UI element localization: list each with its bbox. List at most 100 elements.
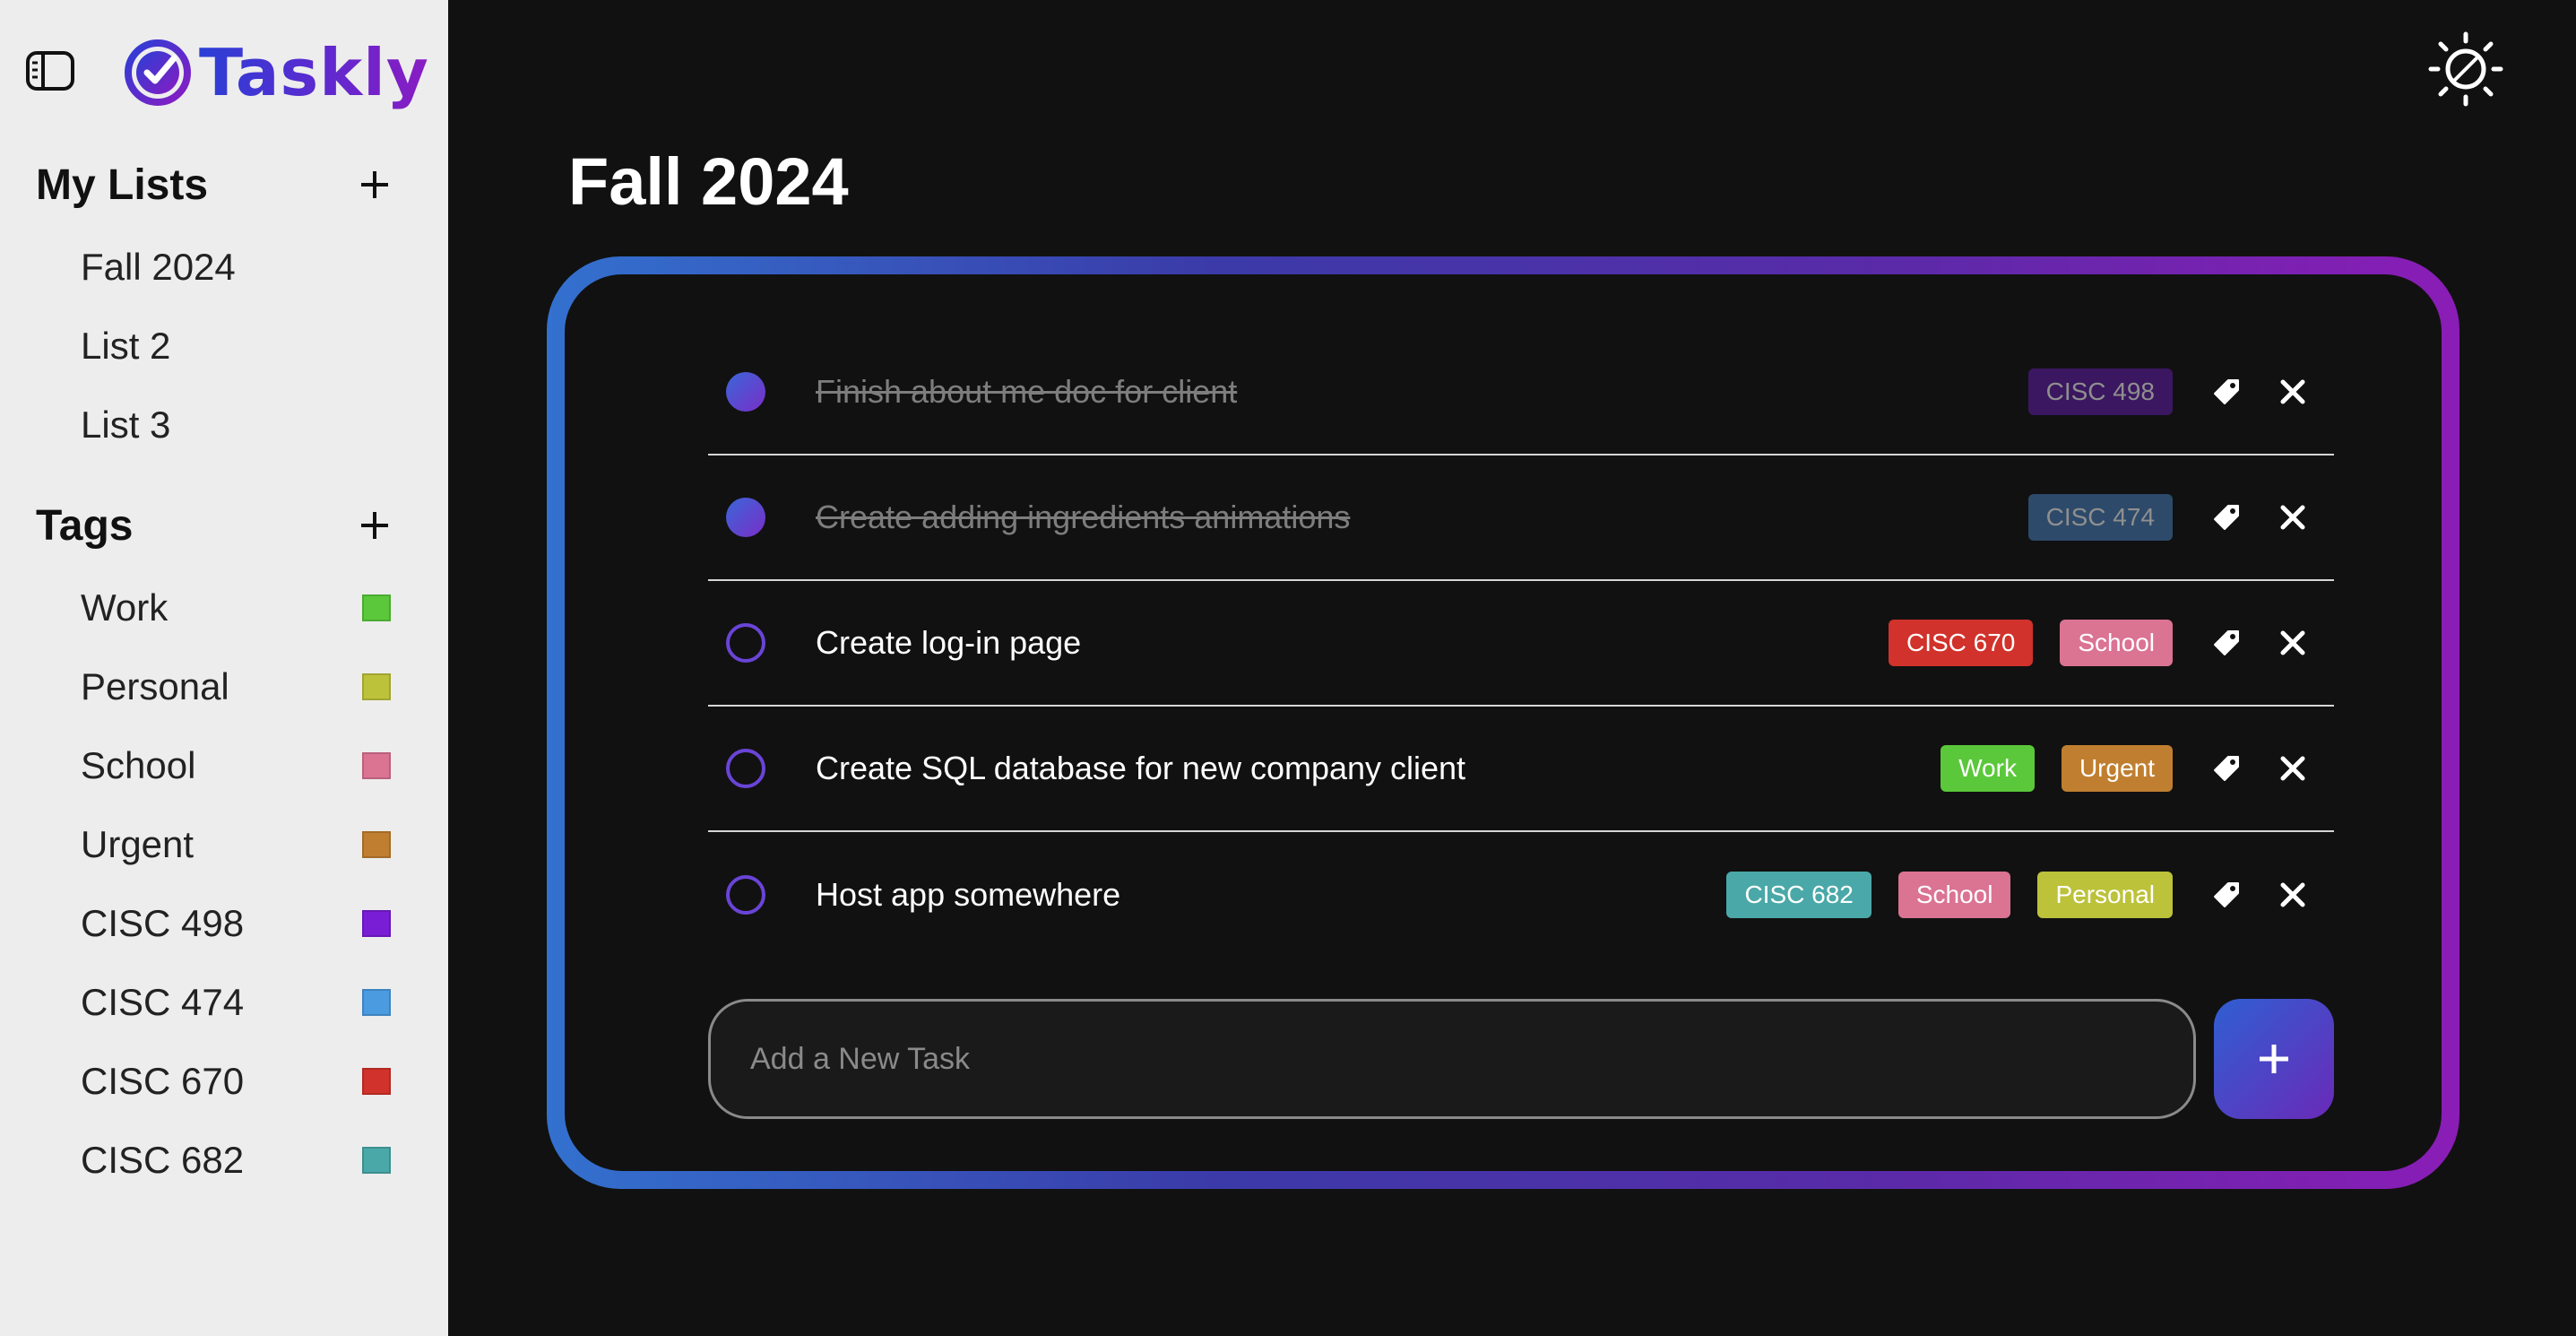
theme-toggle-button[interactable]: [2427, 30, 2504, 108]
task-tags: CISC 474: [2027, 494, 2173, 541]
tag-icon: [2214, 379, 2239, 404]
task-text: Finish about me doc for client: [816, 373, 1238, 410]
task-checkbox[interactable]: [726, 875, 765, 915]
new-task-input[interactable]: [708, 999, 2196, 1119]
add-task-button[interactable]: [2214, 999, 2334, 1119]
task-tag[interactable]: Work: [1941, 745, 2035, 792]
close-icon: [2280, 630, 2305, 655]
tag-color-swatch[interactable]: [362, 910, 391, 937]
delete-task-button[interactable]: [2275, 877, 2311, 913]
task-tag[interactable]: Personal: [2037, 872, 2173, 918]
task-tag[interactable]: Urgent: [2061, 745, 2173, 792]
add-tag-to-task-button[interactable]: [2209, 374, 2244, 410]
task-checkbox[interactable]: [726, 749, 765, 788]
sun-icon: [2428, 31, 2503, 107]
tag-label: CISC 474: [81, 981, 245, 1023]
tag-icon: [2214, 630, 2239, 655]
task-row: Create adding ingredients animations CIS…: [708, 455, 2334, 581]
app-logo[interactable]: Taskly: [124, 34, 429, 111]
sidebar-tag-cisc-682[interactable]: CISC 682: [81, 1121, 391, 1200]
delete-task-button[interactable]: [2275, 625, 2311, 661]
plus-icon: [361, 512, 388, 539]
tag-icon: [2214, 756, 2239, 781]
task-row: Create log-in page CISC 670 School: [708, 581, 2334, 707]
tags-title: Tags: [36, 501, 134, 550]
tags-header: Tags: [36, 499, 394, 552]
tag-label: Personal: [81, 665, 229, 707]
tag-color-swatch[interactable]: [362, 1147, 391, 1174]
add-tag-button[interactable]: [355, 506, 394, 545]
task-tag[interactable]: School: [1897, 872, 2011, 918]
sidebar-toggle-icon: [26, 51, 74, 91]
task-checkbox[interactable]: [726, 498, 765, 537]
tag-label: School: [81, 744, 196, 786]
task-card-inner: Finish about me doc for client CISC 498: [565, 274, 2442, 1171]
task-tag[interactable]: CISC 498: [2027, 369, 2173, 415]
sidebar-tag-work[interactable]: Work: [81, 568, 391, 647]
task-tags: CISC 682 School Personal: [1726, 872, 2173, 918]
tag-color-swatch[interactable]: [362, 1068, 391, 1095]
sidebar-item-list-2[interactable]: List 2: [81, 307, 236, 386]
tag-icon: [2214, 505, 2239, 530]
tag-label: CISC 498: [81, 902, 245, 944]
tag-icon: [2214, 882, 2239, 907]
sidebar-tag-cisc-498[interactable]: CISC 498: [81, 884, 391, 963]
add-tag-to-task-button[interactable]: [2209, 499, 2244, 535]
close-icon: [2280, 379, 2305, 404]
tag-color-swatch[interactable]: [362, 752, 391, 779]
close-icon: [2280, 882, 2305, 907]
tags-nav: Work Personal School Urgent CISC 498 CIS…: [81, 568, 391, 1200]
task-tags: CISC 498: [2027, 369, 2173, 415]
task-text: Create log-in page: [816, 624, 1082, 661]
task-tag[interactable]: CISC 682: [1726, 872, 1871, 918]
add-tag-to-task-button[interactable]: [2209, 877, 2244, 913]
task-list: Finish about me doc for client CISC 498: [708, 330, 2334, 958]
my-lists-header: My Lists: [36, 158, 394, 212]
delete-task-button[interactable]: [2275, 750, 2311, 786]
delete-task-button[interactable]: [2275, 499, 2311, 535]
sidebar-tag-cisc-670[interactable]: CISC 670: [81, 1042, 391, 1121]
task-text: Create SQL database for new company clie…: [816, 750, 1466, 786]
close-icon: [2280, 505, 2305, 530]
delete-task-button[interactable]: [2275, 374, 2311, 410]
my-lists-title: My Lists: [36, 160, 209, 209]
tag-color-swatch[interactable]: [362, 673, 391, 700]
sidebar-tag-school[interactable]: School: [81, 726, 391, 805]
add-list-button[interactable]: [355, 165, 394, 204]
sidebar-item-list-3[interactable]: List 3: [81, 386, 236, 464]
task-row: Create SQL database for new company clie…: [708, 707, 2334, 832]
lists-nav: Fall 2024 List 2 List 3: [81, 228, 236, 464]
tag-label: Urgent: [81, 823, 194, 865]
task-card: Finish about me doc for client CISC 498: [547, 256, 2459, 1189]
tag-label: CISC 670: [81, 1060, 245, 1102]
add-tag-to-task-button[interactable]: [2209, 750, 2244, 786]
tag-color-swatch[interactable]: [362, 594, 391, 621]
sidebar-tag-personal[interactable]: Personal: [81, 647, 391, 726]
plus-icon: [2260, 1045, 2288, 1073]
page-title: Fall 2024: [568, 144, 849, 219]
task-tags: CISC 670 School: [1888, 620, 2173, 666]
tag-color-swatch[interactable]: [362, 989, 391, 1016]
sidebar: Taskly My Lists Fall 2024 List 2 List 3 …: [0, 0, 448, 1336]
task-checkbox[interactable]: [726, 623, 765, 663]
sidebar-tag-urgent[interactable]: Urgent: [81, 805, 391, 884]
add-tag-to-task-button[interactable]: [2209, 625, 2244, 661]
tag-label: Work: [81, 586, 169, 629]
tag-color-swatch[interactable]: [362, 831, 391, 858]
task-checkbox[interactable]: [726, 372, 765, 412]
task-tag[interactable]: CISC 474: [2027, 494, 2173, 541]
sidebar-tag-cisc-474[interactable]: CISC 474: [81, 963, 391, 1042]
task-tag[interactable]: CISC 670: [1888, 620, 2034, 666]
task-row: Finish about me doc for client CISC 498: [708, 330, 2334, 455]
task-text: Create adding ingredients animations: [816, 499, 1351, 535]
sidebar-item-fall-2024[interactable]: Fall 2024: [81, 228, 236, 307]
close-icon: [2280, 756, 2305, 781]
plus-icon: [361, 171, 388, 198]
sidebar-toggle-button[interactable]: [25, 50, 75, 91]
task-tags: Work Urgent: [1941, 745, 2173, 792]
task-tag[interactable]: School: [2060, 620, 2173, 666]
tag-label: CISC 682: [81, 1139, 245, 1181]
task-row: Host app somewhere CISC 682 School Perso…: [708, 832, 2334, 958]
app-name: Taskly: [199, 35, 429, 110]
checkmark-logo-icon: [125, 39, 191, 106]
